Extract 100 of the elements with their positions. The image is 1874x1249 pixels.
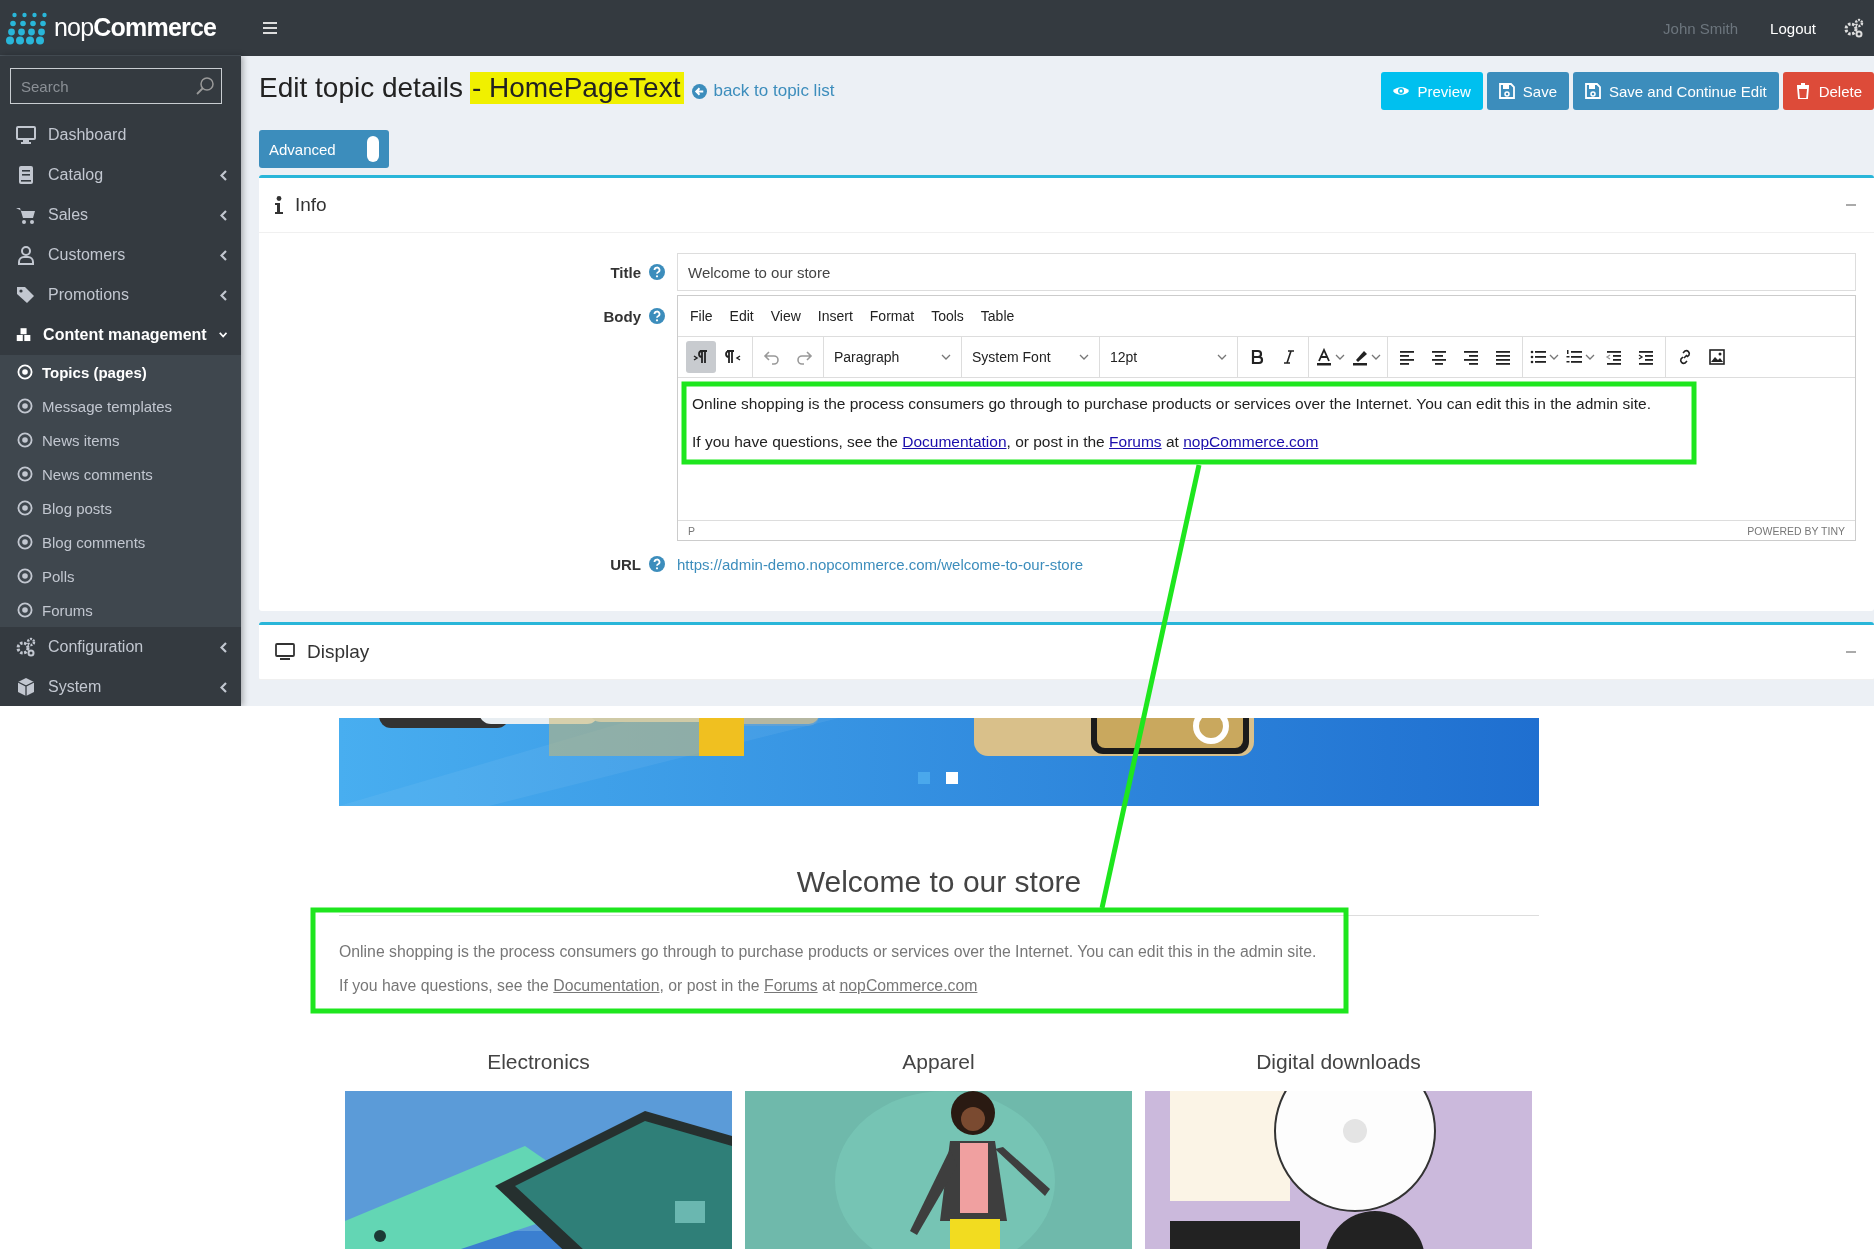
editor-paragraph: Online shopping is the process consumers go through to purchase products or services over the Internet. You can edit this in the admin site.	[692, 394, 1652, 414]
sidebar-subitem[interactable]: Message templates	[0, 389, 241, 423]
sidebar-subitem[interactable]: Topics (pages)	[0, 355, 241, 389]
logout-link[interactable]: Logout	[1770, 19, 1816, 37]
editor-menu-item[interactable]: View	[770, 308, 801, 324]
gears-icon	[1844, 18, 1864, 38]
search-field[interactable]: Search	[10, 68, 222, 104]
sidebar-item[interactable]: Sales	[0, 195, 241, 235]
advanced-toggle[interactable]: Advanced	[259, 130, 389, 168]
menu-icon[interactable]	[263, 22, 277, 34]
align-center-icon	[1430, 348, 1448, 366]
user-icon	[16, 245, 36, 265]
book-icon	[16, 165, 36, 185]
page-title: Edit topic details	[259, 72, 463, 104]
circle-dot-icon	[17, 432, 33, 448]
editor-menu-item[interactable]: Table	[980, 308, 1015, 324]
undo-icon	[763, 348, 781, 366]
sidebar-item[interactable]: Configuration	[0, 627, 241, 667]
sidebar-subitem[interactable]: News comments	[0, 457, 241, 491]
field-label: URL	[610, 555, 641, 573]
redo-icon	[795, 348, 813, 366]
element-path[interactable]: P	[688, 524, 695, 537]
chevron-down-icon	[218, 331, 227, 339]
store-paragraph: Online shopping is the process consumers go through to purchase products or services over the Internet. You can edit this in the admin site.	[339, 942, 1318, 962]
title-field[interactable]: Welcome to our store	[677, 253, 1856, 291]
monitor-icon	[275, 643, 295, 661]
sidebar-subitem[interactable]: Blog comments	[0, 525, 241, 559]
text-link[interactable]: nopCommerce.com	[1183, 433, 1319, 450]
sidebar-item[interactable]: Promotions	[0, 275, 241, 315]
editor-menu-item[interactable]: Format	[869, 308, 915, 324]
monitor-icon	[16, 125, 36, 145]
rich-text-editor[interactable]	[677, 295, 1856, 541]
action-button[interactable]: Save and Continue Edit	[1573, 72, 1779, 110]
help-icon	[649, 264, 665, 280]
sidebar-item[interactable]: Content management	[0, 315, 241, 355]
caret-icon	[1217, 354, 1227, 360]
store-heading: Welcome to our store	[795, 864, 1083, 900]
sidebar-subitem[interactable]: Polls	[0, 559, 241, 593]
action-button[interactable]: Save	[1486, 72, 1569, 110]
action-button[interactable]: Delete	[1782, 72, 1874, 110]
sidebar-item[interactable]: Catalog	[0, 155, 241, 195]
circle-dot-icon	[17, 398, 33, 414]
chevron-left-icon	[220, 169, 227, 181]
bullet-list-icon	[1529, 348, 1547, 366]
chevron-left-icon	[220, 641, 227, 653]
topic-name: - HomePageText	[469, 72, 685, 104]
sidebar-subitem[interactable]: Forums	[0, 593, 241, 627]
field-label: Body	[603, 307, 641, 325]
editor-menu-item[interactable]: File	[690, 308, 713, 324]
circle-dot-icon	[17, 364, 33, 380]
brand-logo[interactable]: nopCommerce	[54, 13, 217, 42]
editor-menu-item[interactable]: Edit	[729, 308, 754, 324]
chevron-left-icon	[220, 249, 227, 261]
sidebar-subitem[interactable]: News items	[0, 423, 241, 457]
trash-icon	[1794, 83, 1811, 99]
url-link[interactable]: https://admin-demo.nopcommerce.com/welcome-to-our-store	[677, 555, 1083, 573]
editor-menu-item[interactable]: Tools	[931, 308, 964, 324]
direction-button[interactable]	[686, 341, 716, 373]
gears-icon	[16, 637, 36, 657]
category-title[interactable]: Electronics	[345, 1048, 732, 1076]
sidebar-item[interactable]: System	[0, 667, 241, 706]
caret-icon	[941, 354, 951, 360]
format-dropdown[interactable]: System Font	[962, 337, 1100, 377]
format-dropdown[interactable]: Paragraph	[824, 337, 962, 377]
editor-branding[interactable]: POWERED BY TINY	[1747, 524, 1845, 537]
justify-icon	[1494, 348, 1512, 366]
indent-icon	[1637, 348, 1655, 366]
info-icon	[275, 196, 283, 214]
paragraph-rtl-icon	[724, 348, 742, 366]
text-link[interactable]: nopCommerce.com	[839, 977, 978, 994]
arrow-circle-left-icon	[692, 83, 708, 99]
sidebar-item[interactable]: Dashboard	[0, 115, 241, 155]
circle-dot-icon	[17, 534, 33, 550]
chevron-left-icon	[220, 209, 227, 221]
editor-menu-item[interactable]: Insert	[817, 308, 853, 324]
caret-icon	[1549, 354, 1559, 360]
chevron-left-icon	[220, 289, 227, 301]
editor-paragraph: If you have questions, see the Documentation, or post in the Forums at nopCommerce.com	[692, 432, 1320, 452]
caret-icon	[1371, 354, 1381, 360]
chevron-left-icon	[220, 681, 227, 693]
numbered-list-icon	[1565, 348, 1583, 366]
text-link[interactable]: Forums	[1109, 433, 1162, 450]
text-link[interactable]: Documentation	[553, 977, 660, 994]
text-link[interactable]: Documentation	[902, 433, 1007, 450]
category-title[interactable]: Digital downloads	[1145, 1048, 1532, 1076]
format-dropdown[interactable]: 12pt	[1100, 337, 1238, 377]
cart-icon	[16, 205, 36, 225]
paragraph-ltr-icon	[692, 348, 710, 366]
category-title[interactable]: Apparel	[745, 1048, 1132, 1076]
panel-title: Info	[295, 194, 328, 216]
user-name: John Smith	[1663, 19, 1739, 37]
circle-dot-icon	[17, 602, 33, 618]
field-label: Title	[610, 263, 641, 281]
cube-icon	[16, 677, 36, 697]
sidebar-item[interactable]: Customers	[0, 235, 241, 275]
align-right-icon	[1462, 348, 1480, 366]
circle-dot-icon	[17, 568, 33, 584]
text-color-icon	[1315, 348, 1333, 366]
text-link[interactable]: Forums	[764, 977, 818, 994]
sidebar-subitem[interactable]: Blog posts	[0, 491, 241, 525]
